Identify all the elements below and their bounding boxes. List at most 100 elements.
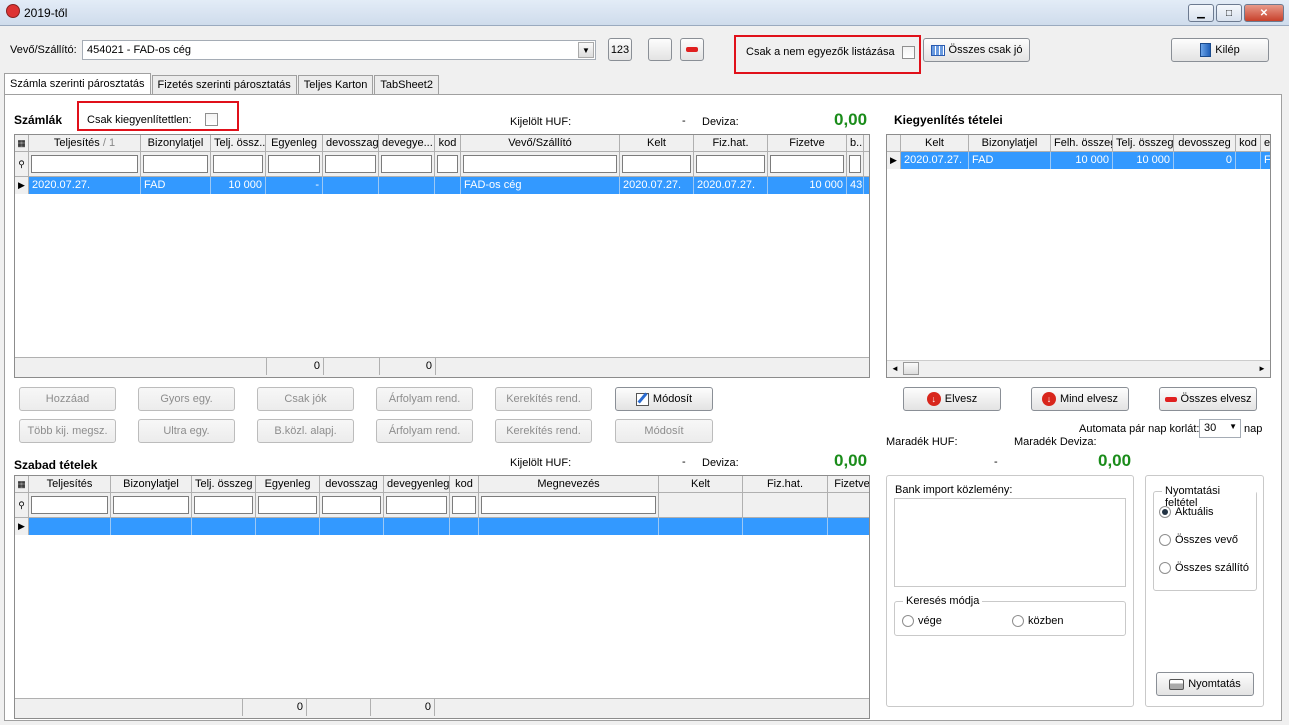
col-header[interactable]: e (1261, 135, 1270, 151)
filter-input[interactable] (386, 496, 447, 514)
col-header[interactable]: Bizonylatjel (969, 135, 1051, 151)
minimize-button[interactable]: ▁ (1188, 4, 1214, 22)
col-header[interactable]: Kelt (659, 476, 743, 492)
bank-import-textarea[interactable] (894, 498, 1126, 587)
col-header[interactable]: Fiz.hat. (694, 135, 768, 151)
col-header[interactable]: Vevő/Szállító (461, 135, 620, 151)
col-header[interactable]: Teljesítés (29, 476, 111, 492)
rate-adjust-button[interactable]: Árfolyam rend. (376, 387, 473, 411)
rounding-adjust-button[interactable]: Kerekítés rend. (495, 387, 592, 411)
tab-tabsheet2[interactable]: TabSheet2 (374, 75, 439, 94)
print-all-suppliers-option[interactable]: Összes szállító (1159, 562, 1249, 575)
col-header[interactable]: Felh. összeg (1051, 135, 1113, 151)
tab-full-ledger[interactable]: Teljes Karton (297, 75, 374, 94)
col-header[interactable]: Teljesítés / 1 (29, 135, 141, 151)
col-header[interactable]: Egyenleg (266, 135, 323, 151)
column-config-icon[interactable]: ▦ (15, 135, 29, 151)
filter-input[interactable] (31, 496, 108, 514)
col-header[interactable]: Bizonylatjel (111, 476, 192, 492)
filter-input[interactable] (696, 155, 765, 173)
modify-button-2[interactable]: Módosít (615, 419, 713, 443)
remove-button[interactable] (680, 38, 704, 61)
filter-input[interactable] (452, 496, 476, 514)
filter-input[interactable] (381, 155, 432, 173)
filter-input[interactable] (437, 155, 458, 173)
col-header[interactable]: Bizonylatjel (141, 135, 211, 151)
col-header[interactable]: Kelt (620, 135, 694, 151)
only-good-button[interactable]: Csak jók (257, 387, 354, 411)
remove-all-button[interactable]: ↓ Mind elvesz (1031, 387, 1129, 411)
only-unsettled-checkbox[interactable] (205, 113, 218, 126)
nonmatching-checkbox[interactable] (902, 46, 915, 59)
filter-input[interactable] (143, 155, 208, 173)
col-header[interactable]: kod (450, 476, 479, 492)
col-header[interactable]: Telj. összeg (1113, 135, 1174, 151)
filter-input[interactable] (268, 155, 320, 173)
search-end-option[interactable]: vége (902, 615, 942, 628)
col-header[interactable]: kod (1236, 135, 1261, 151)
auto-days-select[interactable]: 30 ▼ (1199, 419, 1241, 438)
filter-input[interactable] (31, 155, 138, 173)
all-only-good-button[interactable]: Összes csak jó (923, 38, 1030, 62)
filter-input[interactable] (770, 155, 844, 173)
invoices-grid[interactable]: ▦ Teljesítés / 1 Bizonylatjel Telj. össz… (14, 134, 870, 378)
col-header[interactable]: Telj. össz... (211, 135, 266, 151)
filter-input[interactable] (481, 496, 656, 514)
column-config-icon[interactable]: ▦ (15, 476, 29, 492)
free-items-grid[interactable]: ▦ Teljesítés Bizonylatjel Telj. összeg E… (14, 475, 870, 719)
ultra-match-button[interactable]: Ultra egy. (138, 419, 235, 443)
filter-input[interactable] (622, 155, 691, 173)
tab-payment-matching[interactable]: Fizetés szerinti párosztatás (151, 75, 297, 94)
filter-input[interactable] (258, 496, 317, 514)
col-header[interactable]: b... (847, 135, 864, 151)
scroll-left-icon[interactable]: ◄ (887, 361, 903, 376)
print-current-option[interactable]: Aktuális (1159, 506, 1214, 519)
col-header[interactable]: devegyenleg (384, 476, 450, 492)
print-all-customers-option[interactable]: Összes vevő (1159, 534, 1238, 547)
col-header[interactable]: Megnevezés (479, 476, 659, 492)
filter-input[interactable] (213, 155, 263, 173)
filter-input[interactable] (113, 496, 189, 514)
search-middle-option[interactable]: közben (1012, 615, 1063, 628)
filter-input[interactable] (194, 496, 253, 514)
scroll-thumb[interactable] (903, 362, 919, 375)
print-button[interactable]: Nyomtatás (1156, 672, 1254, 696)
settlement-grid[interactable]: Kelt Bizonylatjel Felh. összeg Telj. öss… (886, 134, 1271, 378)
col-header[interactable]: Kelt (901, 135, 969, 151)
rate-adjust-button-2[interactable]: Árfolyam rend. (376, 419, 473, 443)
tab-invoice-matching[interactable]: Számla szerinti párosztatás (4, 73, 151, 94)
col-header[interactable]: Fizetve (828, 476, 869, 492)
filter-input[interactable] (849, 155, 861, 173)
filter-input[interactable] (322, 496, 381, 514)
number-button[interactable]: 123 (608, 38, 632, 61)
table-row[interactable]: ▶ 2020.07.27. FAD 10 000 10 000 0 F (887, 152, 1270, 169)
col-header[interactable]: Fiz.hat. (743, 476, 828, 492)
filter-input[interactable] (325, 155, 376, 173)
col-header[interactable]: devosszeg (1174, 135, 1236, 151)
col-header[interactable]: kod (435, 135, 461, 151)
col-header[interactable]: Fizetve (768, 135, 847, 151)
modify-button[interactable]: Módosít (615, 387, 713, 411)
table-row[interactable]: ▶ 2020.07.27. FAD 10 000 - FAD-os cég 20… (15, 177, 869, 194)
add-button[interactable]: Hozzáad (19, 387, 116, 411)
bank-note-match-button[interactable]: B.közl. alapj. (257, 419, 354, 443)
filter-input[interactable] (463, 155, 617, 173)
rounding-adjust-button-2[interactable]: Kerekítés rend. (495, 419, 592, 443)
horizontal-scrollbar[interactable]: ◄ ► (887, 360, 1270, 376)
col-header[interactable]: devegye... (379, 135, 435, 151)
maximize-button[interactable]: □ (1216, 4, 1242, 22)
col-header[interactable]: devosszag (323, 135, 379, 151)
col-header[interactable]: Egyenleg (256, 476, 320, 492)
quick-match-button[interactable]: Gyors egy. (138, 387, 235, 411)
all-remove-button[interactable]: Összes elvesz (1159, 387, 1257, 411)
chevron-down-icon[interactable]: ▼ (578, 42, 594, 58)
scroll-right-icon[interactable]: ► (1254, 361, 1270, 376)
blank-button[interactable] (648, 38, 672, 61)
col-header[interactable]: devosszag (320, 476, 384, 492)
table-row[interactable]: ▶ (15, 518, 869, 535)
remove-item-button[interactable]: ↓ Elvesz (903, 387, 1001, 411)
close-button[interactable]: ✕ (1244, 4, 1284, 22)
multi-unmatch-button[interactable]: Több kij. megsz. (19, 419, 116, 443)
exit-button[interactable]: Kilép (1171, 38, 1269, 62)
col-header[interactable]: Telj. összeg (192, 476, 256, 492)
